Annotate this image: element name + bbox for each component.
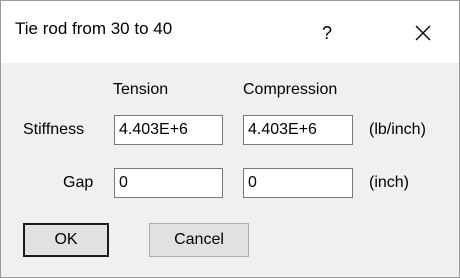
cancel-button-label: Cancel <box>174 231 224 248</box>
ok-button-label: OK <box>54 231 78 248</box>
help-button[interactable]: ? <box>297 9 357 57</box>
stiffness-label: Stiffness <box>23 121 85 138</box>
ok-button[interactable]: OK <box>23 223 109 257</box>
dialog-window: Tie rod from 30 to 40 ? Tension Compress… <box>0 0 460 278</box>
close-button[interactable] <box>393 9 453 57</box>
help-icon: ? <box>321 22 332 43</box>
tension-column-header: Tension <box>113 81 169 98</box>
stiffness-compression-input[interactable] <box>243 115 353 145</box>
dialog-content: Tension Compression Stiffness (lb/inch) … <box>1 63 459 277</box>
gap-compression-input[interactable] <box>243 168 353 198</box>
compression-column-header: Compression <box>243 81 338 98</box>
close-icon <box>415 25 431 41</box>
cancel-button[interactable]: Cancel <box>149 223 249 257</box>
stiffness-tension-input[interactable] <box>114 115 223 145</box>
gap-label: Gap <box>63 174 94 191</box>
dialog-title: Tie rod from 30 to 40 <box>15 19 173 38</box>
gap-tension-input[interactable] <box>114 168 223 198</box>
stiffness-unit: (lb/inch) <box>369 121 426 138</box>
title-bar[interactable]: Tie rod from 30 to 40 ? <box>1 1 459 63</box>
gap-unit: (inch) <box>369 174 410 191</box>
